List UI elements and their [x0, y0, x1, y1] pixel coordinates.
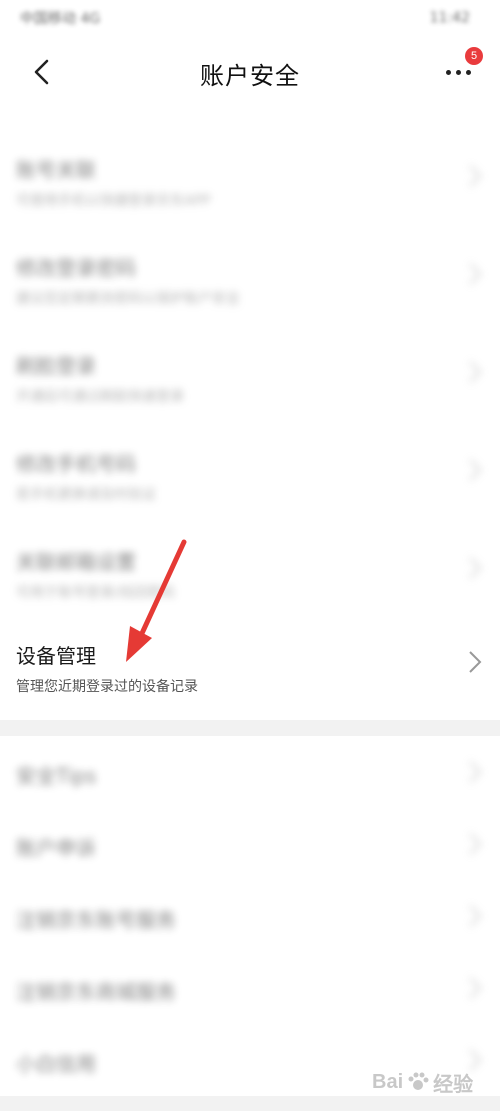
watermark-brand-text: 经验 [433, 1073, 474, 1096]
list-item-cancel-account[interactable]: 注销京东账号服务 [0, 880, 500, 952]
settings-group-security: 账号关联 可使用手机以快捷登录京东APP 修改登录密码 建议您定期更改密码以保护… [0, 106, 500, 720]
chevron-right-icon [469, 833, 482, 855]
paw-icon [408, 1072, 429, 1090]
status-time: 11:42 [429, 10, 470, 26]
list-item-cancel-mall[interactable]: 注销京东商城服务 [0, 952, 500, 1024]
list-item-title: 刷脸登录 [16, 354, 96, 378]
list-item-subtitle: 若手机更换请及时验证 [16, 487, 156, 503]
nav-header: 账户安全 5 [0, 36, 500, 106]
carrier-text: 中国移动 4G [20, 11, 101, 27]
list-item-account-link[interactable]: 账号关联 可使用手机以快捷登录京东APP [0, 128, 500, 226]
chevron-right-icon [469, 651, 482, 673]
list-item-title: 设备管理 [16, 644, 96, 668]
chevron-right-icon [469, 361, 482, 383]
list-item-change-password[interactable]: 修改登录密码 建议您定期更改密码以保护账户安全 [0, 226, 500, 324]
page-title: 账户安全 [200, 62, 300, 90]
list-item-security-tips[interactable]: 安全Tips [0, 736, 500, 808]
list-item-title: 账户申诉 [16, 836, 96, 860]
chevron-right-icon [469, 761, 482, 783]
watermark-logo-text: Bai [372, 1070, 404, 1093]
watermark: Bai 经验 [372, 1060, 494, 1104]
list-item-title: 安全Tips [16, 764, 97, 788]
chevron-right-icon [469, 165, 482, 187]
list-item-change-phone[interactable]: 修改手机号码 若手机更换请及时验证 [0, 422, 500, 520]
list-item-email-settings[interactable]: 关联邮箱设置 可用于账号登录/找回密码 [0, 520, 500, 618]
list-item-subtitle: 建议您定期更改密码以保护账户安全 [16, 291, 240, 307]
list-item-partial [0, 106, 500, 128]
list-item-subtitle: 可用于账号登录/找回密码 [16, 585, 175, 601]
list-item-device-management[interactable]: 设备管理 管理您近期登录过的设备记录 [0, 618, 500, 718]
chevron-right-icon [469, 459, 482, 481]
chevron-right-icon [469, 557, 482, 579]
chevron-right-icon [469, 905, 482, 927]
settings-group-more: 安全Tips 账户申诉 注销京东账号服务 注销京东商城服务 小白信用 [0, 736, 500, 1096]
list-item-title: 账号关联 [16, 158, 96, 182]
list-item-subtitle: 管理您近期登录过的设备记录 [16, 679, 198, 695]
more-dots-icon [445, 69, 471, 75]
list-item-subtitle: 可使用手机以快捷登录京东APP [16, 193, 211, 209]
list-item-title: 小白信用 [16, 1052, 96, 1076]
notification-badge: 5 [465, 47, 483, 65]
chevron-right-icon [469, 263, 482, 285]
list-item-face-login[interactable]: 刷脸登录 开通后可通过刷脸快速登录 [0, 324, 500, 422]
list-item-subtitle: 开通后可通过刷脸快速登录 [16, 389, 184, 405]
list-item-title: 注销京东商城服务 [16, 980, 176, 1004]
chevron-right-icon [469, 977, 482, 999]
list-item-title: 关联邮箱设置 [16, 550, 136, 574]
list-item-title: 修改手机号码 [16, 452, 136, 476]
list-item-title: 注销京东账号服务 [16, 908, 176, 932]
status-bar: 中国移动 4G 11:42 [0, 0, 500, 36]
list-item-title: 修改登录密码 [16, 256, 136, 280]
list-item-account-appeal[interactable]: 账户申诉 [0, 808, 500, 880]
